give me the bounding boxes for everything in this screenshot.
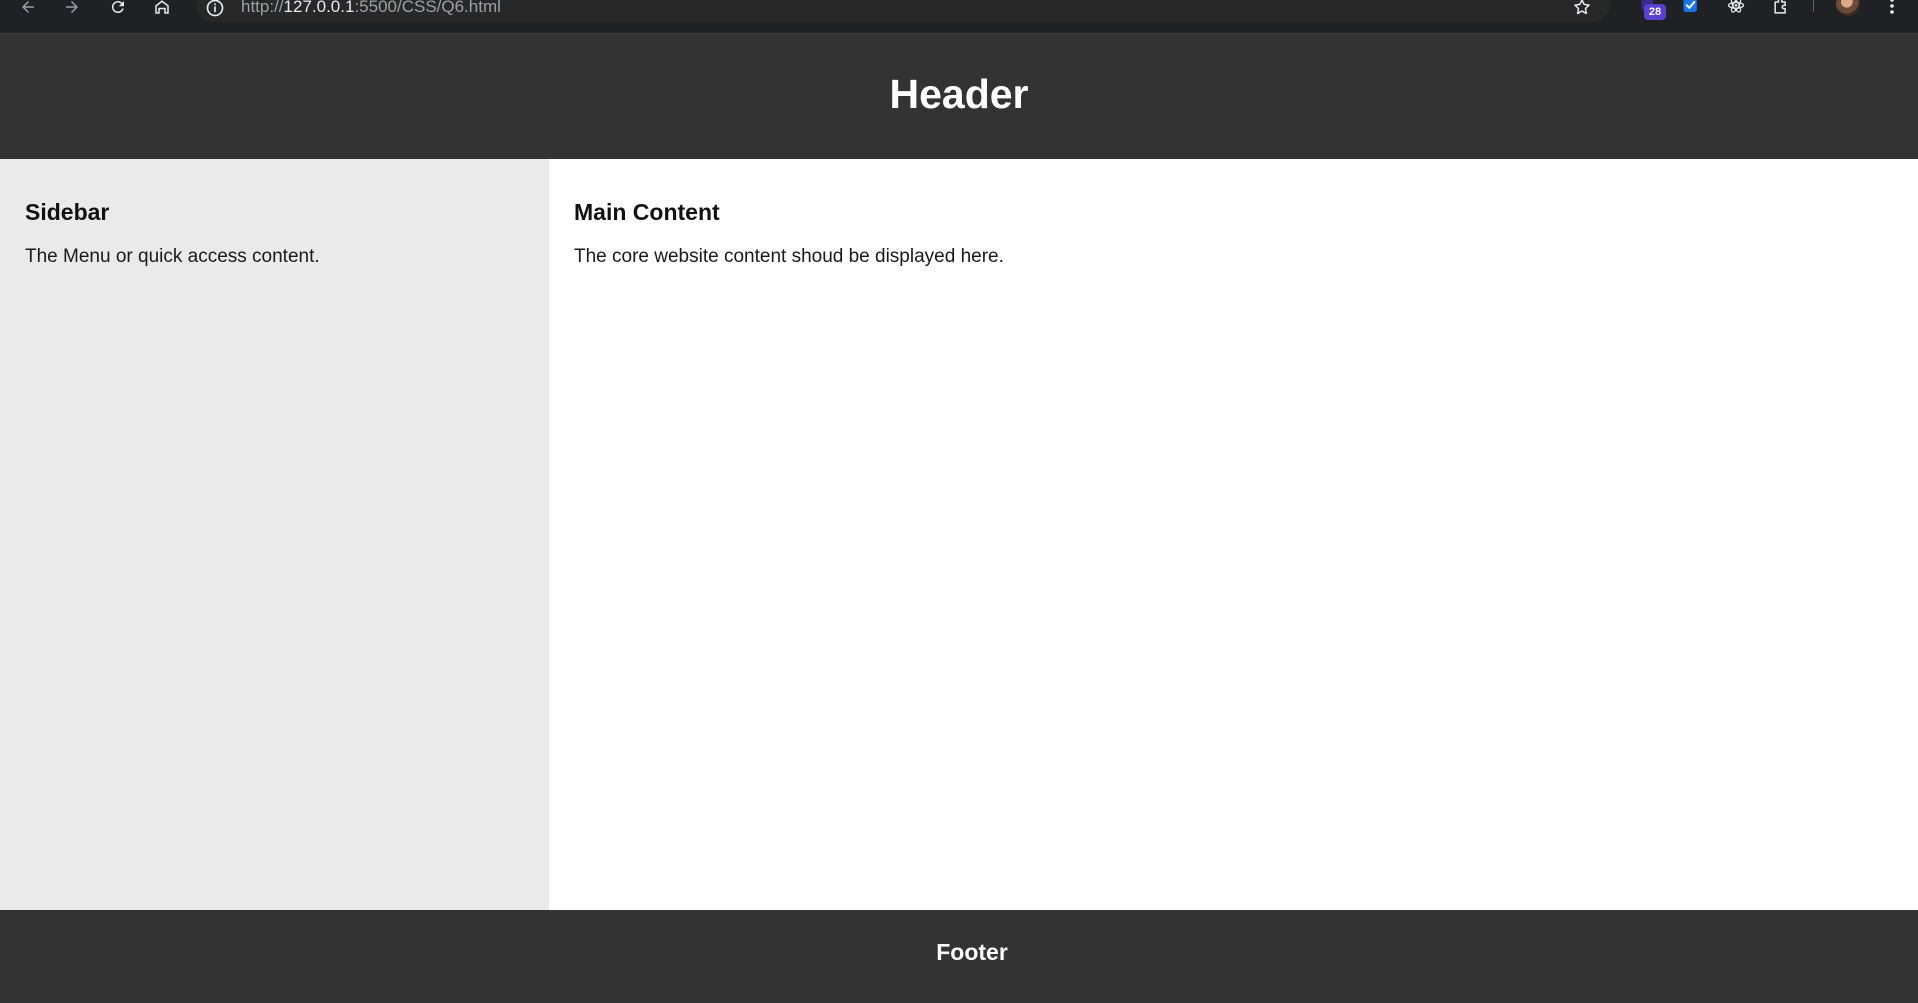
react-devtools-icon[interactable]: [1723, 0, 1749, 18]
main-content-text: The core website content shoud be displa…: [574, 246, 1004, 267]
sidebar: Sidebar The Menu or quick access content…: [0, 159, 549, 910]
kebab-menu-icon[interactable]: [1884, 0, 1900, 15]
profile-avatar[interactable]: [1836, 0, 1860, 16]
page-footer: Footer: [0, 910, 1918, 1003]
page-header: Header: [0, 34, 1918, 159]
sidebar-title: Sidebar: [25, 199, 110, 225]
checkmark-extension-icon[interactable]: [1678, 0, 1704, 18]
site-info-icon[interactable]: [205, 0, 225, 18]
header-title: Header: [889, 70, 1029, 117]
reload-icon[interactable]: [103, 0, 133, 14]
address-bar[interactable]: http://127.0.0.1:5500/CSS/Q6.html: [196, 0, 1610, 22]
url-scheme: http://: [241, 0, 284, 16]
url-text[interactable]: http://127.0.0.1:5500/CSS/Q6.html: [241, 0, 501, 17]
main-content-title: Main Content: [574, 199, 720, 225]
toolbar-divider: [1813, 0, 1814, 12]
sidebar-text: The Menu or quick access content.: [25, 246, 320, 267]
browser-toolbar: http://127.0.0.1:5500/CSS/Q6.html 28: [0, 0, 1918, 34]
url-host: 127.0.0.1: [283, 0, 355, 16]
extensions-puzzle-icon[interactable]: [1768, 0, 1794, 18]
home-icon[interactable]: [147, 0, 177, 14]
forward-arrow-icon[interactable]: [57, 0, 87, 14]
footer-text: Footer: [936, 938, 1008, 965]
back-arrow-icon[interactable]: [13, 0, 43, 14]
main-content: Main Content The core website content sh…: [549, 159, 1918, 910]
url-path: :5500/CSS/Q6.html: [354, 0, 501, 16]
extension-icon[interactable]: 28: [1636, 0, 1666, 20]
bookmark-star-icon[interactable]: [1572, 0, 1592, 17]
extension-badge-count: 28: [1644, 4, 1666, 20]
